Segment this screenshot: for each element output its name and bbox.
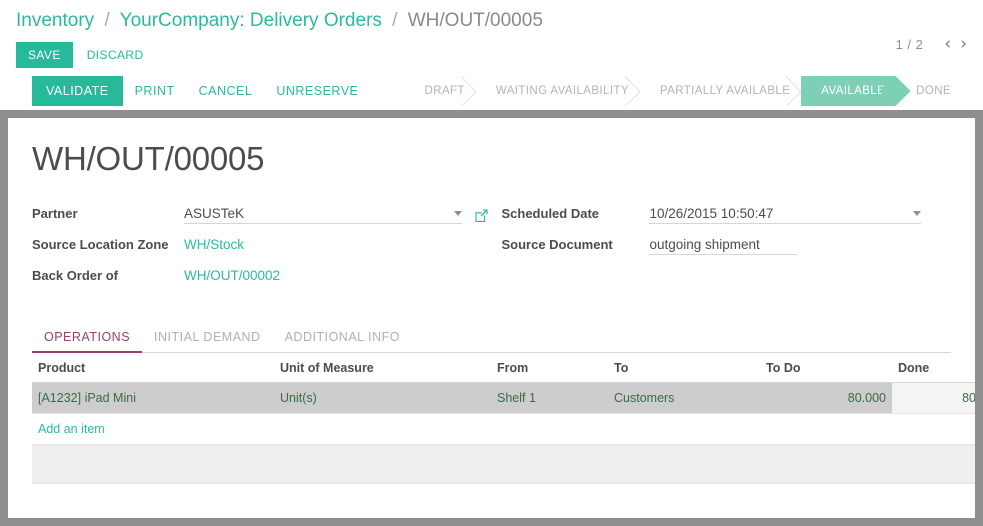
external-link-icon[interactable] [474,208,489,223]
form-column-left: Partner ASUSTeK Source Location Zone WH/… [32,206,501,299]
unreserve-button[interactable]: UNRESERVE [264,76,370,106]
back-order-of-value[interactable]: WH/OUT/00002 [184,268,280,283]
table-filler-row [32,444,975,484]
status-stage-label: AVAILABLE [821,85,886,97]
table-row[interactable]: [A1232] iPad Mini Unit(s) Shelf 1 Custom… [32,382,975,414]
add-an-item-link[interactable]: Add an item [38,422,105,436]
field-label: Scheduled Date [501,206,600,221]
status-pipeline: DRAFT WAITING AVAILABILITY PARTIALLY AVA… [410,76,967,106]
add-item-row: Add an item [32,413,975,445]
status-stage-label: WAITING AVAILABILITY [495,85,629,97]
field-value-wrapper: 10/26/2015 10:50:47 [649,206,922,224]
discard-button[interactable]: DISCARD [87,48,144,62]
source-document-value: outgoing shipment [649,237,760,252]
field-value-wrapper: ASUSTeK [184,206,489,224]
breadcrumb-item-delivery-orders[interactable]: YourCompany: Delivery Orders [120,10,382,31]
cell-done[interactable]: 80 [892,382,975,414]
table-header-row: Product Unit of Measure From To To Do Do… [32,354,975,383]
form-column-right: Scheduled Date 10/26/2015 10:50:47 Sourc… [501,206,951,299]
field-value-wrapper: outgoing shipment [649,237,798,255]
cell-to[interactable]: Customers [608,382,760,414]
add-item-cell: Add an item [32,413,975,445]
breadcrumb: Inventory / YourCompany: Delivery Orders… [16,8,967,34]
source-document-input[interactable]: outgoing shipment [649,237,798,255]
tab-initial-demand[interactable]: INITIAL DEMAND [142,326,273,353]
breadcrumb-separator: / [392,10,398,31]
cell-unit-of-measure[interactable]: Unit(s) [274,382,491,414]
field-label: Partner [32,206,78,221]
table-header: Product Unit of Measure From To To Do Do… [32,354,975,383]
record-form: Partner ASUSTeK Source Location Zone WH/… [32,206,951,299]
status-stage-label: PARTIALLY AVAILABLE [659,85,791,97]
status-stage-done[interactable]: DONE [896,76,967,106]
breadcrumb-item-inventory[interactable]: Inventory [16,10,94,31]
cell-done-value: 80 [962,391,975,405]
field-label: Back Order of [32,268,118,283]
action-toolbar: VALIDATE PRINT CANCEL UNRESERVE DRAFT WA… [16,76,967,106]
field-label: Source Location Zone [32,237,169,252]
field-back-order-of: Back Order of WH/OUT/00002 [32,268,501,290]
table-filler-cell [32,444,975,484]
breadcrumb-separator: / [104,10,110,31]
page-title: WH/OUT/00005 [32,140,265,177]
chevron-down-icon[interactable] [454,211,462,216]
status-stage-partially-available[interactable]: PARTIALLY AVAILABLE [639,76,802,106]
column-header-to-do: To Do [760,354,892,383]
cancel-button[interactable]: CANCEL [187,76,265,106]
column-header-from: From [491,354,608,383]
save-button[interactable]: SAVE [16,42,73,68]
validate-button[interactable]: VALIDATE [32,76,123,106]
column-header-unit-of-measure: Unit of Measure [274,354,491,383]
field-label: Source Document [501,237,613,252]
column-header-to: To [608,354,760,383]
top-bar: Inventory / YourCompany: Delivery Orders… [0,0,983,106]
status-stage-label: DRAFT [424,85,465,97]
field-partner: Partner ASUSTeK [32,206,501,228]
status-stage-draft[interactable]: DRAFT [410,76,476,106]
table-body: [A1232] iPad Mini Unit(s) Shelf 1 Custom… [32,382,975,484]
field-source-location-zone: Source Location Zone WH/Stock [32,237,501,259]
partner-value: ASUSTeK [184,206,245,221]
chevron-right-icon[interactable]: › [960,36,967,53]
chevron-down-icon[interactable] [913,211,922,216]
edit-action-bar: SAVE DISCARD [16,42,967,68]
scheduled-date-input[interactable]: 10/26/2015 10:50:47 [649,206,922,224]
print-button[interactable]: PRINT [123,76,187,106]
field-source-document: Source Document outgoing shipment [501,237,951,259]
cell-from[interactable]: Shelf 1 [491,382,608,414]
action-buttons: VALIDATE PRINT CANCEL UNRESERVE [16,76,370,106]
record-pager: 1 / 2 ‹ › [896,36,967,53]
tab-operations[interactable]: OPERATIONS [32,326,143,353]
breadcrumb-item-current: WH/OUT/00005 [407,10,543,31]
record-sheet: WH/OUT/00005 Partner ASUSTeK Source Loca… [8,118,975,518]
chevron-left-icon[interactable]: ‹ [944,36,951,53]
field-scheduled-date: Scheduled Date 10/26/2015 10:50:47 [501,206,951,228]
column-header-done: Done [892,354,975,383]
operations-table: Product Unit of Measure From To To Do Do… [32,354,975,484]
pager-count: 1 / 2 [895,37,924,52]
cell-product[interactable]: [A1232] iPad Mini [32,382,274,414]
scheduled-date-value: 10/26/2015 10:50:47 [649,206,774,221]
page-backdrop: WH/OUT/00005 Partner ASUSTeK Source Loca… [0,110,983,526]
column-header-product: Product [32,354,274,383]
notebook-tabs: OPERATIONS INITIAL DEMAND ADDITIONAL INF… [32,325,951,353]
source-location-zone-value[interactable]: WH/Stock [184,237,244,252]
status-stage-available[interactable]: AVAILABLE [801,76,897,106]
tab-additional-info[interactable]: ADDITIONAL INFO [273,326,412,353]
partner-input[interactable]: ASUSTeK [184,206,462,224]
cell-to-do[interactable]: 80.000 [760,382,892,414]
status-stage-label: DONE [916,85,951,97]
status-stage-waiting-availability[interactable]: WAITING AVAILABILITY [475,76,640,106]
